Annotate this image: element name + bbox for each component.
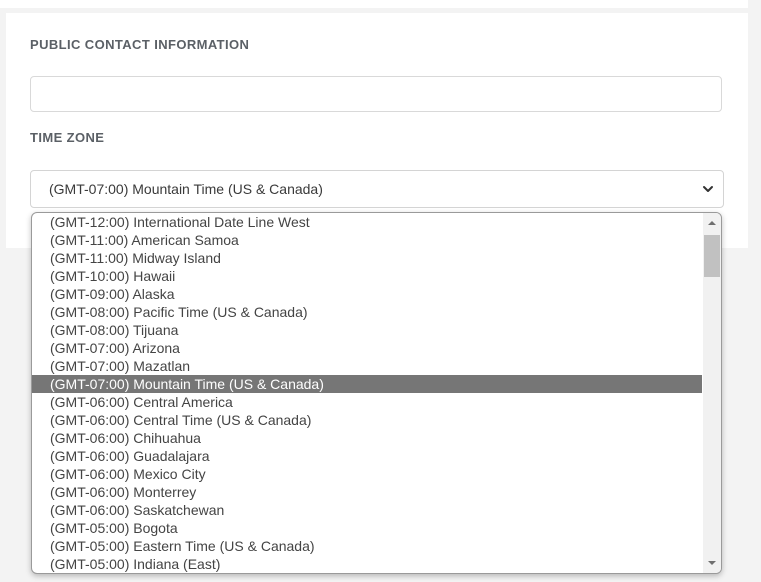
contact-info-input[interactable] [30,76,722,112]
time-zone-option[interactable]: (GMT-06:00) Central Time (US & Canada) [32,411,702,429]
time-zone-option[interactable]: (GMT-05:00) Bogota [32,519,702,537]
time-zone-option[interactable]: (GMT-07:00) Mazatlan [32,357,702,375]
time-zone-option[interactable]: (GMT-11:00) American Samoa [32,231,702,249]
time-zone-option[interactable]: (GMT-05:00) Eastern Time (US & Canada) [32,537,702,555]
time-zone-option[interactable]: (GMT-07:00) Mountain Time (US & Canada) [32,375,702,393]
time-zone-option[interactable]: (GMT-10:00) Hawaii [32,267,702,285]
time-zone-label: TIME ZONE [30,130,105,145]
time-zone-dropdown-list[interactable]: (GMT-12:00) International Date Line West… [31,212,722,574]
time-zone-option[interactable]: (GMT-06:00) Saskatchewan [32,501,702,519]
time-zone-selected-value: (GMT-07:00) Mountain Time (US & Canada) [49,181,323,197]
time-zone-option[interactable]: (GMT-06:00) Chihuahua [32,429,702,447]
time-zone-option[interactable]: (GMT-06:00) Guadalajara [32,447,702,465]
time-zone-option[interactable]: (GMT-08:00) Pacific Time (US & Canada) [32,303,702,321]
contact-info-label: PUBLIC CONTACT INFORMATION [30,37,250,52]
previous-card-edge [0,0,748,8]
time-zone-option[interactable]: (GMT-06:00) Mexico City [32,465,702,483]
scroll-down-arrow-icon[interactable] [703,555,721,571]
chevron-down-icon [703,186,713,192]
time-zone-option[interactable]: (GMT-08:00) Tijuana [32,321,702,339]
time-zone-option[interactable]: (GMT-07:00) Arizona [32,339,702,357]
dropdown-scrollbar[interactable] [703,213,721,573]
time-zone-option[interactable]: (GMT-11:00) Midway Island [32,249,702,267]
scroll-up-arrow-icon[interactable] [703,215,721,231]
time-zone-option[interactable]: (GMT-12:00) International Date Line West [32,213,702,231]
time-zone-option[interactable]: (GMT-06:00) Central America [32,393,702,411]
time-zone-option[interactable]: (GMT-09:00) Alaska [32,285,702,303]
scrollbar-thumb[interactable] [704,235,720,277]
time-zone-option[interactable]: (GMT-05:00) Indiana (East) [32,555,702,573]
time-zone-options: (GMT-12:00) International Date Line West… [32,213,702,573]
time-zone-option[interactable]: (GMT-06:00) Monterrey [32,483,702,501]
time-zone-select[interactable]: (GMT-07:00) Mountain Time (US & Canada) [30,170,724,208]
